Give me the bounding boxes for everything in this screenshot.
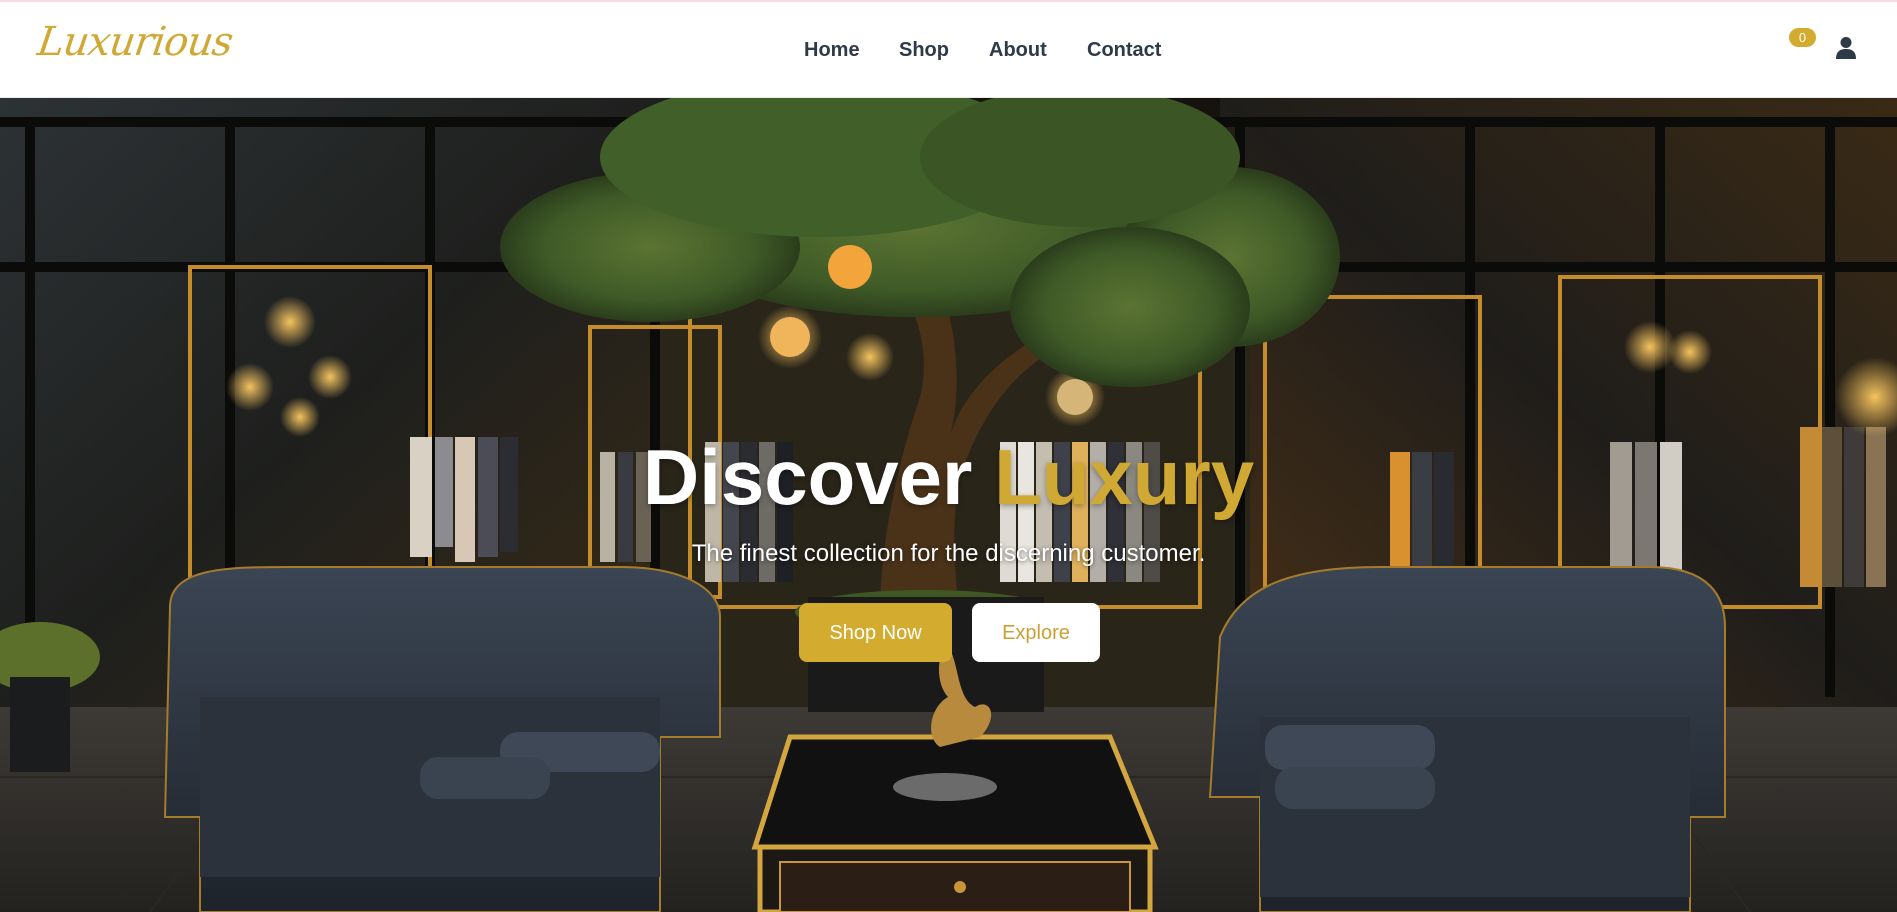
nav-link-home[interactable]: Home <box>804 38 899 62</box>
page: Luxurious Home Shop About Contact 0 Disc… <box>0 0 1897 912</box>
explore-button[interactable]: Explore <box>972 603 1100 662</box>
hero-section: Discover Luxury The finest collection fo… <box>0 97 1897 912</box>
navbar: Luxurious Home Shop About Contact <box>0 2 1897 98</box>
nav-link-contact[interactable]: Contact <box>1087 38 1177 62</box>
shop-now-button[interactable]: Shop Now <box>799 603 952 662</box>
brand-logo[interactable]: Luxurious <box>35 19 235 65</box>
hero-subtitle: The finest collection for the discerning… <box>691 540 1206 567</box>
main-nav: Home Shop About Contact <box>804 38 1177 62</box>
hero-title-part1: Discover <box>642 433 973 521</box>
hero-title: Discover Luxury <box>0 435 1897 519</box>
user-icon[interactable] <box>1836 36 1856 60</box>
nav-link-about[interactable]: About <box>989 38 1087 62</box>
cart-count-badge: 0 <box>1789 28 1816 47</box>
hero-title-accent: Luxury <box>994 433 1255 521</box>
nav-link-shop[interactable]: Shop <box>899 38 989 62</box>
